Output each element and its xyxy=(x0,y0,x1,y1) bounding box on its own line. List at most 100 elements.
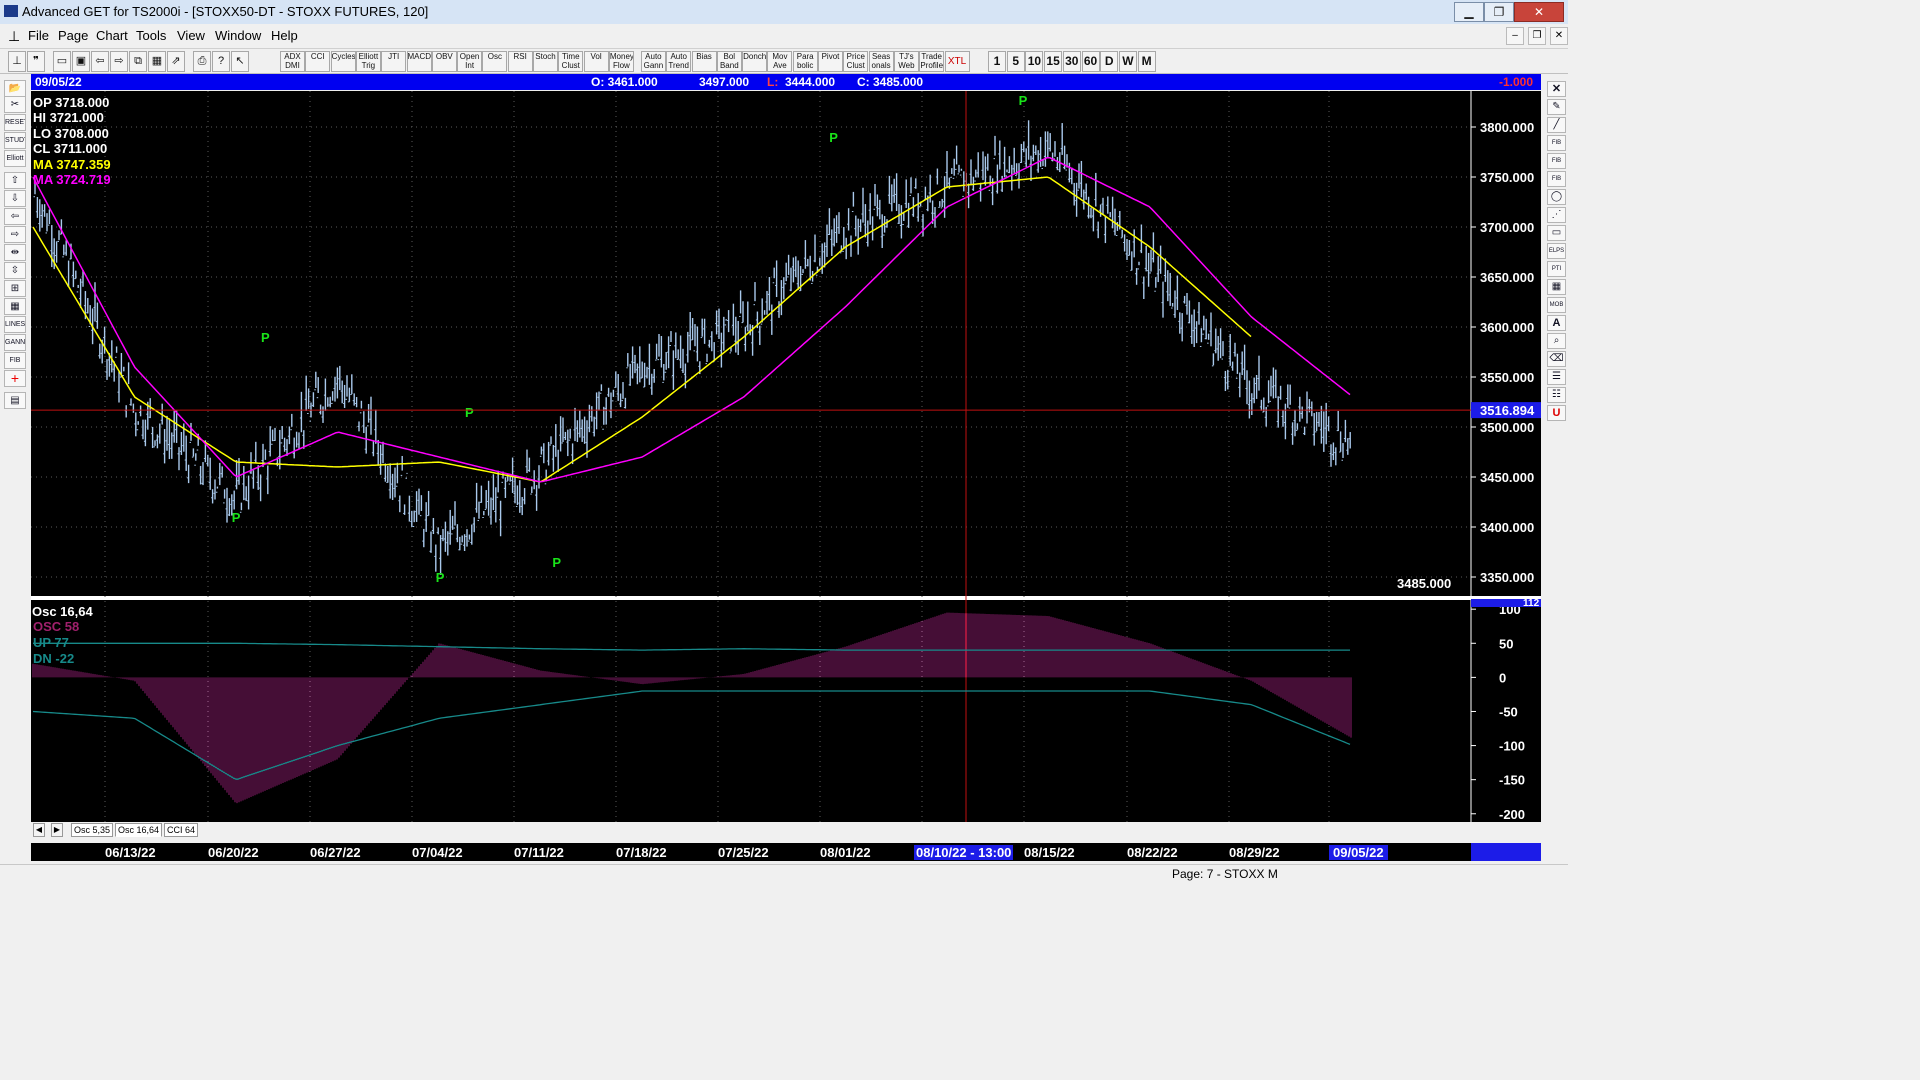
study-button-trade-profile[interactable]: Trade Profile xyxy=(919,51,945,72)
properties-icon[interactable]: ▤ xyxy=(4,392,26,409)
study-icon[interactable]: STUDY xyxy=(4,132,26,149)
text-icon[interactable]: A xyxy=(1547,315,1566,331)
chart-area[interactable]: 3800.000 3750.000 3700.000 3650.000 3600.000… xyxy=(31,91,1541,824)
forward-icon[interactable]: ⇨ xyxy=(110,51,128,72)
study-button-jti[interactable]: JTI xyxy=(381,51,407,72)
study-button-bol-band[interactable]: Bol Band xyxy=(716,51,742,72)
menu-view[interactable]: View xyxy=(177,28,205,43)
price-chart-svg[interactable]: 3800.000 3750.000 3700.000 3650.000 3600.000… xyxy=(31,91,1541,824)
open-icon[interactable]: 📂 xyxy=(4,80,26,97)
crosshair-icon[interactable]: + xyxy=(4,370,26,387)
menu-window[interactable]: Window xyxy=(215,28,261,43)
list2-icon[interactable]: ☷ xyxy=(1547,387,1566,403)
interval-button-w[interactable]: W xyxy=(1118,51,1137,72)
interval-button-30[interactable]: 30 xyxy=(1062,51,1081,72)
line-icon[interactable]: ╱ xyxy=(1547,117,1566,133)
study-button-macd[interactable]: MACD xyxy=(406,51,432,72)
grid-icon[interactable]: ▦ xyxy=(4,298,26,315)
fan-icon[interactable]: ⋰ xyxy=(1547,207,1566,223)
close-button[interactable]: ✕ xyxy=(1514,2,1564,22)
menu-help[interactable]: Help xyxy=(271,28,298,43)
menu-chart[interactable]: Chart xyxy=(96,28,128,43)
study-button-time-clust[interactable]: Time Clust xyxy=(558,51,584,72)
fib-icon[interactable]: FIB xyxy=(4,352,26,369)
interval-button-60[interactable]: 60 xyxy=(1081,51,1100,72)
pencil-icon[interactable]: ✎ xyxy=(1547,99,1566,115)
menu-page[interactable]: Page xyxy=(58,28,88,43)
circle-icon[interactable]: ◯ xyxy=(1547,189,1566,205)
mdi-restore-button[interactable]: ❐ xyxy=(1528,27,1546,45)
study-button-auto-trend[interactable]: Auto Trend xyxy=(666,51,692,72)
box-icon[interactable]: ▭ xyxy=(1547,225,1566,241)
zoom-icon[interactable]: ⊞ xyxy=(4,280,26,297)
gann-icon[interactable]: GANN xyxy=(4,334,26,351)
study-button-obv[interactable]: OBV xyxy=(431,51,457,72)
pti-icon[interactable]: PTI xyxy=(1547,261,1566,277)
fib-ext-icon[interactable]: FIB EXT xyxy=(1547,153,1566,169)
study-button-para-bolic[interactable]: Para bolic xyxy=(792,51,818,72)
mob-icon[interactable]: MOB xyxy=(1547,297,1566,313)
interval-button-10[interactable]: 10 xyxy=(1025,51,1044,72)
reset-icon[interactable]: RESET xyxy=(4,114,26,131)
whatsthis-icon[interactable]: ↖ xyxy=(231,51,249,72)
magnifier-icon[interactable]: ⌕ xyxy=(1547,333,1566,349)
study-button-rsi[interactable]: RSI xyxy=(507,51,533,72)
page-icon[interactable]: ▭ xyxy=(53,51,71,72)
fib-ret-icon[interactable]: FIB RET xyxy=(1547,135,1566,151)
study-button-pivot[interactable]: Pivot xyxy=(818,51,843,72)
help-icon[interactable]: ? xyxy=(212,51,230,72)
study-button-vol[interactable]: Vol xyxy=(583,51,609,72)
u-icon[interactable]: U xyxy=(1547,405,1566,421)
interval-button-1[interactable]: 1 xyxy=(988,51,1006,72)
interval-button-d[interactable]: D xyxy=(1100,51,1119,72)
list-icon[interactable]: ☰ xyxy=(1547,369,1566,385)
study-button-price-clust[interactable]: Price Clust xyxy=(843,51,869,72)
study-button-mov-ave[interactable]: Mov Ave xyxy=(767,51,793,72)
study-button-donch[interactable]: Donch xyxy=(742,51,768,72)
back-icon[interactable]: ⇦ xyxy=(91,51,109,72)
study-button-stoch[interactable]: Stoch xyxy=(533,51,558,72)
arrow-up-icon[interactable]: ⇧ xyxy=(4,172,26,189)
maximize-button[interactable]: ❐ xyxy=(1484,2,1514,22)
mdi-minimize-button[interactable]: – xyxy=(1506,27,1524,45)
minimize-button[interactable]: ▁ xyxy=(1454,2,1484,22)
study-button-tj-s-web[interactable]: TJ's Web xyxy=(893,51,919,72)
expand-icon[interactable]: ⇹ xyxy=(4,244,26,261)
mdi-close-button[interactable]: ✕ xyxy=(1550,27,1568,45)
menu-file[interactable]: File xyxy=(28,28,49,43)
pages-icon[interactable]: ▣ xyxy=(72,51,90,72)
fib-time-icon[interactable]: FIB TIME xyxy=(1547,171,1566,187)
arrow-down-icon[interactable]: ⇩ xyxy=(4,190,26,207)
study-button-money-flow[interactable]: Money Flow xyxy=(608,51,634,72)
close-icon[interactable]: ✕ xyxy=(1547,81,1566,97)
lines-icon[interactable]: LINES xyxy=(4,316,26,333)
study-button-cycles[interactable]: Cycles xyxy=(330,51,356,72)
pin-icon[interactable]: ⊥ xyxy=(8,51,26,72)
tab-scroll-right-icon[interactable]: ▶ xyxy=(51,823,63,837)
quote-icon[interactable]: ❞ xyxy=(27,51,45,72)
copy-icon[interactable]: ⧉ xyxy=(129,51,147,72)
grid-icon[interactable]: ▦ xyxy=(148,51,166,72)
tab-osc-16-64[interactable]: Osc 16,64 xyxy=(115,823,163,837)
interval-button-15[interactable]: 15 xyxy=(1044,51,1063,72)
tab-cci-64[interactable]: CCI 64 xyxy=(164,823,199,837)
ellipse-icon[interactable]: ELPS xyxy=(1547,243,1566,259)
arrow-right-icon[interactable]: ⇨ xyxy=(4,226,26,243)
study-button-elliott-trig[interactable]: Elliott Trig xyxy=(355,51,381,72)
tab-osc-5-35[interactable]: Osc 5,35 xyxy=(71,823,114,837)
study-button-bias[interactable]: Bias xyxy=(691,51,717,72)
menu-tools[interactable]: Tools xyxy=(136,28,166,43)
tab-scroll-left-icon[interactable]: ◀ xyxy=(33,823,45,837)
interval-button-m[interactable]: M xyxy=(1137,51,1156,72)
grid-icon[interactable]: ▦ xyxy=(1547,279,1566,295)
study-button-cci[interactable]: CCI xyxy=(305,51,331,72)
export-icon[interactable]: ⇗ xyxy=(167,51,185,72)
study-button-adx-dmi[interactable]: ADX DMI xyxy=(280,51,305,72)
study-button-osc[interactable]: Osc xyxy=(482,51,508,72)
eraser-icon[interactable]: ⌫ xyxy=(1547,351,1566,367)
study-button-auto-gann[interactable]: Auto Gann xyxy=(640,51,666,72)
pin-icon[interactable]: ⊥ xyxy=(8,28,20,45)
compress-icon[interactable]: ⇳ xyxy=(4,262,26,279)
cut-icon[interactable]: ✂ xyxy=(4,96,26,113)
study-button-xtl[interactable]: XTL xyxy=(944,51,970,72)
